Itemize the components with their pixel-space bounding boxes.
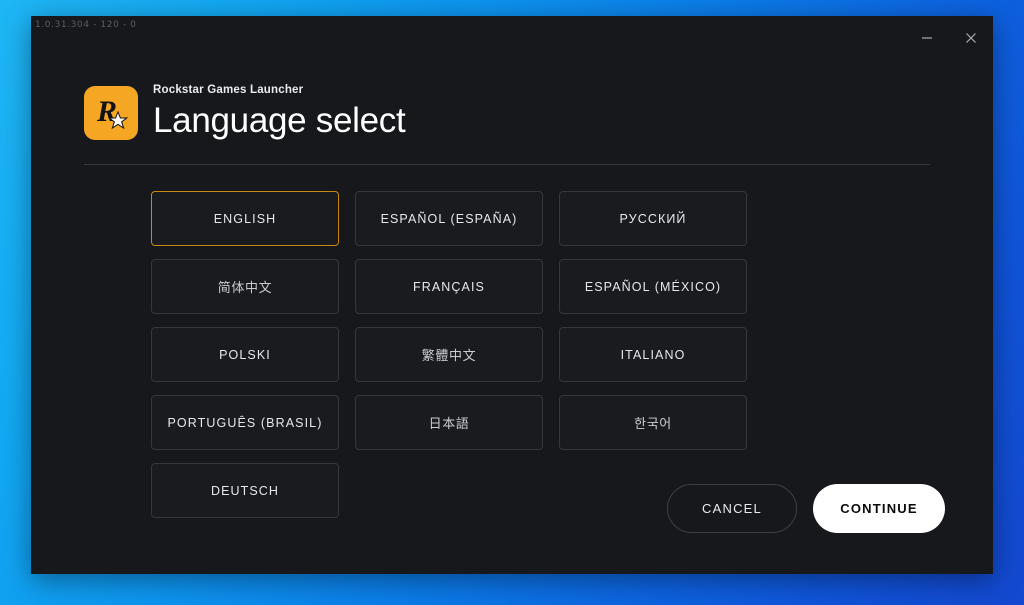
minimize-button[interactable] — [905, 16, 949, 60]
language-option[interactable]: PORTUGUÊS (BRASIL) — [151, 395, 339, 450]
continue-button[interactable]: CONTINUE — [813, 484, 945, 533]
title-bar[interactable]: 1.0.31.304 - 120 - 0 — [31, 16, 993, 66]
header-text: Rockstar Games Launcher Language select — [153, 82, 406, 142]
header-divider — [84, 164, 930, 165]
header: R Rockstar Games Launcher Language selec… — [84, 70, 930, 165]
language-option[interactable]: 한국어 — [559, 395, 747, 450]
language-option[interactable]: ENGLISH — [151, 191, 339, 246]
app-subtitle: Rockstar Games Launcher — [153, 84, 304, 96]
rockstar-logo: R — [84, 86, 138, 140]
close-button[interactable] — [949, 16, 993, 60]
language-grid: ENGLISH ESPAÑOL (ESPAÑA) РУССКИЙ 简体中文 FRANÇA… — [151, 191, 926, 518]
language-option[interactable]: 日本語 — [355, 395, 543, 450]
language-option[interactable]: FRANÇAIS — [355, 259, 543, 314]
language-option[interactable]: ESPAÑOL (MÉXICO) — [559, 259, 747, 314]
version-label: 1.0.31.304 - 120 - 0 — [35, 20, 137, 30]
language-option[interactable]: 简体中文 — [151, 259, 339, 314]
language-option[interactable]: ITALIANO — [559, 327, 747, 382]
page-title: Language select — [153, 101, 406, 140]
launcher-window: 1.0.31.304 - 120 - 0 R Rockstar Games La… — [31, 16, 993, 574]
minimize-icon — [921, 32, 933, 44]
footer-actions: CANCEL CONTINUE — [667, 484, 945, 533]
language-option[interactable]: 繁體中文 — [355, 327, 543, 382]
language-option[interactable]: ESPAÑOL (ESPAÑA) — [355, 191, 543, 246]
language-option[interactable]: DEUTSCH — [151, 463, 339, 518]
window-controls — [905, 16, 993, 60]
close-icon — [965, 32, 977, 44]
language-option[interactable]: РУССКИЙ — [559, 191, 747, 246]
cancel-button[interactable]: CANCEL — [667, 484, 797, 533]
language-option[interactable]: POLSKI — [151, 327, 339, 382]
